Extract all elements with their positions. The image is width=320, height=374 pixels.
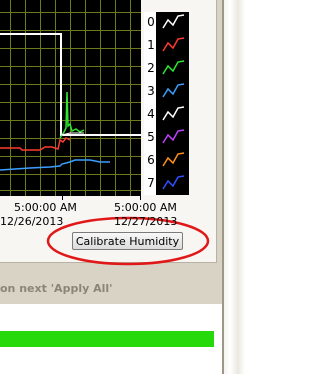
legend-label-2: 2: [147, 61, 155, 75]
x-tick-label-time-0: 5:00:00 AM: [14, 201, 77, 214]
legend-swatch-7: [160, 174, 187, 194]
legend-label-7: 7: [147, 176, 155, 190]
legend-swatch-2: [160, 59, 187, 79]
legend-swatch-3: [160, 82, 187, 102]
apply-hint-text: on next 'Apply All': [0, 282, 113, 295]
legend-swatch-0: [160, 13, 187, 33]
x-tick-label-date-0: 12/26/2013: [0, 215, 64, 228]
legend-label-3: 3: [147, 84, 155, 98]
legend-swatch-4: [160, 105, 187, 125]
window-frame-edge: [222, 0, 245, 374]
legend-label-5: 5: [147, 130, 155, 144]
legend-label-0: 0: [147, 15, 155, 29]
x-tick-label-time-1: 5:00:00 AM: [114, 201, 177, 214]
legend-label-6: 6: [147, 153, 155, 167]
legend-swatch-1: [160, 36, 187, 56]
legend-label-1: 1: [147, 38, 155, 52]
x-tick-label-date-1: 12/27/2013: [114, 215, 178, 228]
progress-bar: [0, 331, 214, 347]
legend-label-4: 4: [147, 107, 155, 121]
calibrate-humidity-button[interactable]: Calibrate Humidity: [72, 232, 183, 250]
legend-swatch-6: [160, 151, 187, 171]
legend-swatch-5: [160, 128, 187, 148]
window-frame-border: [222, 0, 224, 374]
humidity-chart: [0, 0, 210, 266]
